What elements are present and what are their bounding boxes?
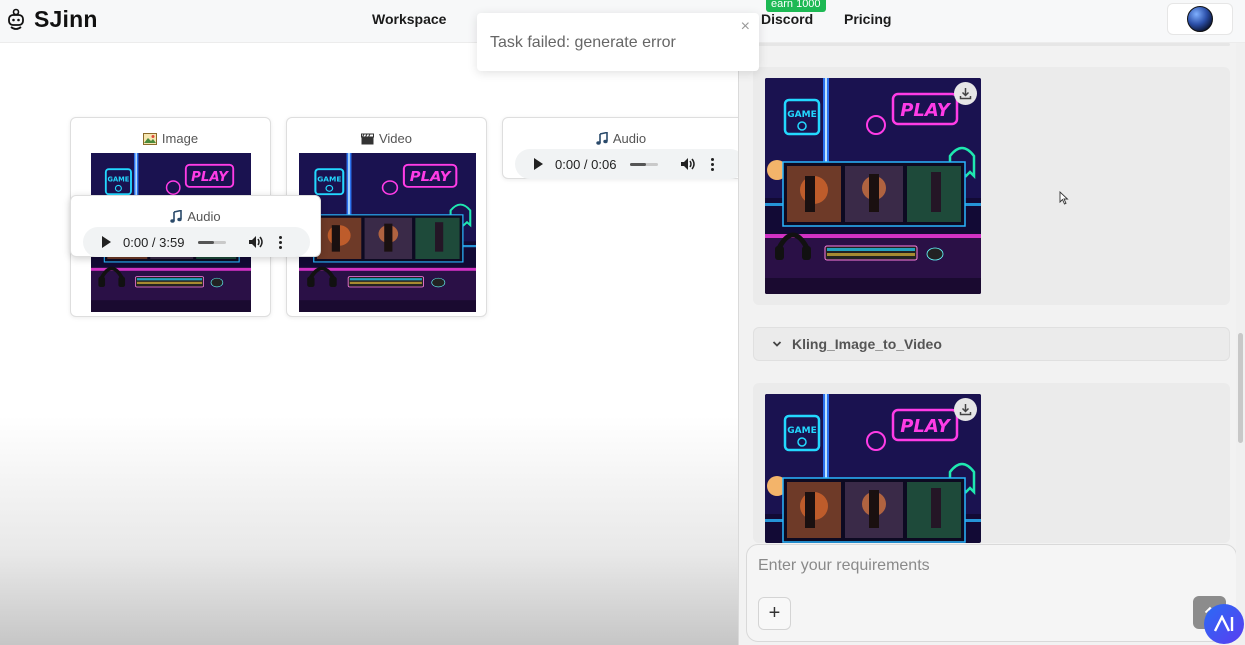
result-card	[753, 383, 1230, 543]
play-icon[interactable]	[534, 158, 543, 170]
ai-logo-icon	[1213, 615, 1234, 632]
download-button[interactable]	[954, 398, 977, 421]
more-options-icon[interactable]	[279, 235, 283, 249]
download-icon	[959, 404, 972, 416]
add-attachment-button[interactable]: +	[758, 597, 791, 630]
play-icon[interactable]	[102, 236, 111, 248]
toast-message: Task failed: generate error	[490, 34, 676, 51]
audio-node[interactable]: Audio 0:00 / 0:06	[502, 117, 738, 179]
mouse-cursor-icon	[1059, 191, 1069, 205]
download-button[interactable]	[954, 82, 977, 105]
avatar	[1187, 6, 1213, 32]
workflow-canvas[interactable]: Image Video Audio 0:00 / 0:06 Audio 0:00…	[0, 43, 738, 645]
video-thumbnail[interactable]	[299, 153, 476, 312]
more-options-icon[interactable]	[711, 157, 715, 171]
robot-logo-icon	[8, 8, 24, 30]
audio-node-overlay[interactable]: Audio 0:00 / 3:59	[70, 195, 321, 257]
result-image[interactable]	[765, 78, 981, 294]
node-title: Video	[378, 131, 412, 146]
music-note-icon	[170, 210, 183, 223]
audio-player[interactable]: 0:00 / 3:59	[83, 227, 310, 257]
audio-progress-fill	[198, 240, 214, 244]
node-title: Audio	[187, 209, 221, 224]
audio-time: 0:00 / 3:59	[123, 234, 185, 250]
previous-card-edge	[753, 43, 1230, 46]
audio-player[interactable]: 0:00 / 0:06	[515, 149, 738, 179]
volume-icon[interactable]	[248, 235, 264, 249]
audio-time: 0:00 / 0:06	[555, 156, 617, 172]
step-label: Kling_Image_to_Video	[792, 336, 942, 352]
nav-pricing[interactable]: Pricing	[844, 11, 891, 27]
image-icon	[142, 132, 157, 145]
app-name: SJinn	[34, 6, 98, 32]
error-toast: Task failed: generate error ×	[477, 13, 759, 71]
assistant-badge-icon[interactable]	[1204, 604, 1244, 644]
prompt-box: +	[746, 544, 1237, 642]
audio-progress-bar[interactable]	[630, 162, 659, 166]
scroll-thumb[interactable]	[1238, 333, 1243, 443]
chat-panel: Kling_Image_to_Video +	[738, 43, 1245, 645]
step-kling-image-to-video[interactable]: Kling_Image_to_Video	[753, 327, 1230, 361]
close-icon[interactable]: ×	[741, 18, 750, 36]
node-title: Image	[161, 131, 199, 146]
requirements-input[interactable]	[758, 557, 1188, 575]
nav-workspace[interactable]: Workspace	[372, 11, 446, 27]
clapperboard-icon	[360, 133, 374, 144]
chevron-down-icon	[772, 341, 782, 347]
result-image[interactable]	[765, 394, 981, 543]
logo[interactable]: SJinn	[6, 6, 98, 33]
music-note-icon	[596, 132, 608, 145]
download-icon	[959, 88, 972, 100]
audio-progress-bar[interactable]	[198, 240, 227, 244]
result-card	[753, 67, 1230, 305]
account-button[interactable]	[1167, 3, 1233, 35]
earn-badge: earn 1000	[766, 0, 826, 12]
node-title: Audio	[612, 131, 647, 146]
audio-progress-fill	[630, 162, 646, 166]
nav-discord[interactable]: Discord	[761, 11, 813, 27]
panel-scrollbar[interactable]	[1236, 43, 1245, 645]
volume-icon[interactable]	[680, 157, 696, 171]
